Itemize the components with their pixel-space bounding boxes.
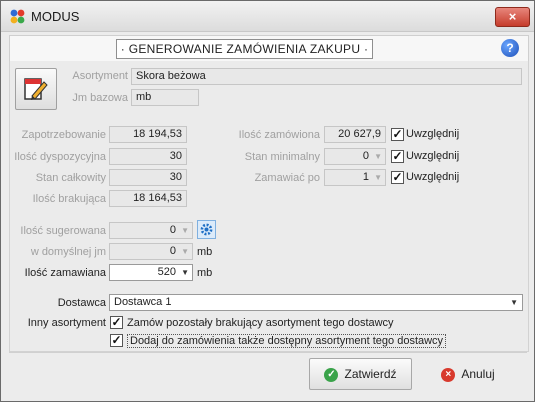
stan-minimalny-check-label: Uwzględnij	[406, 150, 460, 162]
domyslny-jm-value: 0	[169, 245, 176, 257]
zamawiac-po-label: Zamawiać po	[254, 172, 320, 184]
zamawiac-po-checkbox[interactable]: ✓	[391, 171, 404, 184]
cancel-button[interactable]: × Anuluj	[423, 358, 513, 390]
zamow-pozostaly-label: Zamów pozostały brakujący asortyment teg…	[127, 317, 394, 329]
stan-minimalny-label: Stan minimalny	[244, 151, 320, 163]
zamawiac-po-field: 1 ▼	[324, 169, 386, 186]
dostawca-select[interactable]: Dostawca 1 ▼	[109, 294, 523, 311]
confirm-button-label: Zatwierdź	[344, 367, 397, 381]
window-title: MODUS	[31, 9, 80, 24]
spin-arrow-icon: ▼	[374, 152, 382, 161]
dodaj-dostepny-label: Dodaj do zamówienia także dostępny asort…	[127, 334, 447, 348]
help-icon[interactable]: ?	[501, 39, 519, 57]
domyslny-jm-label: w domyślnej jm	[30, 246, 106, 258]
ilosc-zamawiana-label: Ilość zamawiana	[24, 267, 106, 279]
inny-asortyment-label: Inny asortyment	[27, 317, 106, 329]
ilosc-zamawiana-value: 520	[157, 266, 176, 278]
zapotrzebowanie-field: 18 194,53	[109, 126, 187, 143]
ilosc-zamowiona-check-label: Uwzględnij	[406, 128, 460, 140]
asortyment-label: Asortyment	[72, 70, 128, 82]
chevron-down-icon: ▼	[510, 298, 518, 307]
ilosc-zamowiona-checkbox[interactable]: ✓	[391, 128, 404, 141]
ilosc-zamowiona-label: Ilość zamówiona	[238, 129, 320, 141]
close-button[interactable]: ×	[495, 7, 530, 27]
ilosc-dyspozycyjna-label: Ilość dyspozycyjna	[14, 151, 106, 163]
spin-arrow-icon: ▼	[181, 226, 189, 235]
calculate-button[interactable]	[197, 220, 216, 239]
stan-minimalny-value: 0	[362, 150, 369, 162]
checkmark-icon: ✓	[324, 367, 339, 382]
stan-minimalny-field: 0 ▼	[324, 148, 386, 165]
ilosc-brakujaca-field: 18 164,53	[109, 190, 187, 207]
ilosc-zamawiana-input[interactable]: 520 ▼	[109, 264, 193, 281]
domyslny-jm-unit: mb	[197, 246, 213, 258]
modus-logo-icon	[10, 9, 25, 24]
zamow-pozostaly-checkbox[interactable]: ✓	[110, 316, 123, 329]
dodaj-dostepny-checkbox[interactable]: ✓	[110, 334, 123, 347]
ilosc-zamowiona-field: 20 627,9	[324, 126, 386, 143]
edit-document-icon	[24, 78, 48, 100]
title-bar: MODUS ×	[1, 1, 534, 32]
ilosc-brakujaca-label: Ilość brakująca	[32, 193, 106, 205]
jm-bazowa-label: Jm bazowa	[72, 92, 128, 104]
confirm-button[interactable]: ✓ Zatwierdź	[309, 358, 412, 390]
zapotrzebowanie-label: Zapotrzebowanie	[21, 129, 106, 141]
cancel-icon: ×	[441, 367, 456, 382]
ilosc-sugerowana-field: 0 ▼	[109, 222, 193, 239]
dostawca-label: Dostawca	[57, 297, 106, 309]
stan-minimalny-checkbox[interactable]: ✓	[391, 150, 404, 163]
ilosc-dyspozycyjna-field: 30	[109, 148, 187, 165]
dialog-heading: · GENEROWANIE ZAMÓWIENIA ZAKUPU ·	[116, 39, 373, 59]
form-panel: Asortyment Skora beżowa Jm bazowa mb Zap…	[9, 61, 529, 352]
header-strip: · GENEROWANIE ZAMÓWIENIA ZAKUPU · ?	[9, 35, 529, 63]
spin-arrow-icon: ▼	[374, 173, 382, 182]
ilosc-sugerowana-label: Ilość sugerowana	[20, 225, 106, 237]
ilosc-sugerowana-value: 0	[169, 224, 176, 236]
footer: ✓ Zatwierdź × Anuluj	[9, 352, 527, 397]
ilosc-zamawiana-unit: mb	[197, 267, 213, 279]
modus-window: MODUS × · GENEROWANIE ZAMÓWIENIA ZAKUPU …	[0, 0, 535, 402]
product-icon-button[interactable]	[15, 68, 57, 110]
jm-bazowa-field: mb	[131, 89, 199, 106]
spin-arrow-icon[interactable]: ▼	[181, 265, 189, 280]
dostawca-value: Dostawca 1	[114, 296, 172, 308]
spin-arrow-icon: ▼	[181, 247, 189, 256]
zamawiac-po-value: 1	[362, 171, 369, 183]
stan-calkowity-field: 30	[109, 169, 187, 186]
stan-calkowity-label: Stan całkowity	[35, 172, 106, 184]
domyslny-jm-field: 0 ▼	[109, 243, 193, 260]
asortyment-field: Skora beżowa	[131, 68, 522, 85]
zamawiac-po-check-label: Uwzględnij	[406, 171, 460, 183]
cancel-button-label: Anuluj	[461, 367, 495, 381]
gear-icon	[200, 223, 213, 236]
